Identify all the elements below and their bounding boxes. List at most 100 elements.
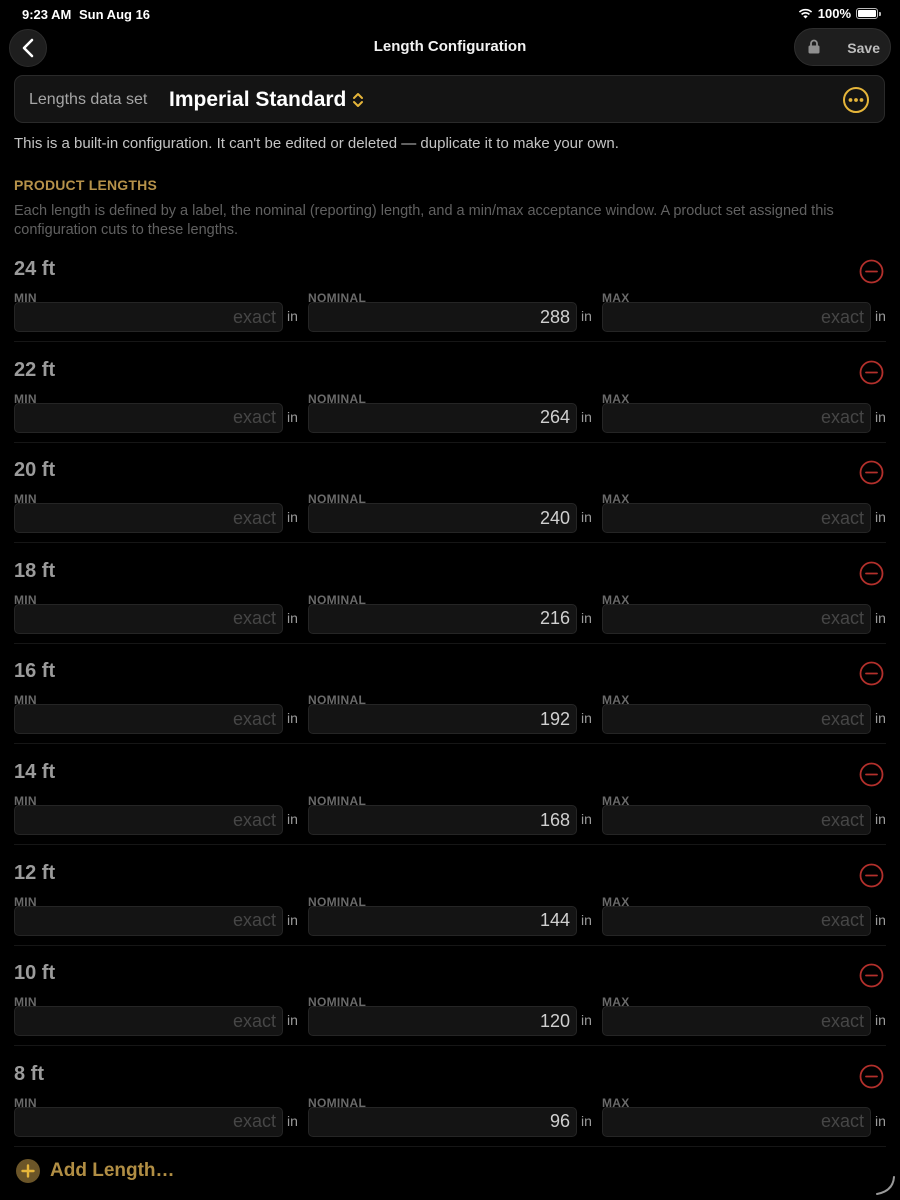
minus-circle-icon[interactable] — [859, 661, 884, 686]
min-field — [14, 603, 283, 634]
min-input[interactable] — [15, 1107, 282, 1136]
max-unit: in — [875, 911, 886, 928]
row-divider — [14, 743, 886, 745]
nominal-field — [308, 503, 577, 534]
page-title: Length Configuration — [373, 38, 527, 55]
row-divider — [14, 441, 886, 443]
max-unit: in — [875, 408, 886, 425]
minus-circle-icon[interactable] — [859, 460, 884, 485]
length-row: 14 ft MIN in NOMINAL in MAX in — [0, 758, 900, 858]
minus-circle-icon[interactable] — [859, 259, 884, 284]
max-field — [602, 1006, 871, 1037]
max-unit: in — [875, 811, 886, 827]
max-field — [602, 503, 871, 534]
nominal-input[interactable] — [309, 1107, 576, 1136]
nominal-field — [308, 1106, 577, 1137]
length-label: 24 ft — [14, 258, 56, 280]
minus-circle-icon[interactable] — [859, 561, 884, 586]
min-field — [14, 1106, 283, 1137]
length-row: 10 ft MIN in NOMINAL in MAX in — [0, 959, 900, 1059]
min-input[interactable] — [15, 1007, 282, 1036]
max-input[interactable] — [603, 303, 870, 331]
min-input[interactable] — [15, 604, 282, 633]
row-divider — [14, 944, 886, 946]
max-input[interactable] — [603, 1107, 870, 1136]
min-field — [14, 302, 283, 332]
min-unit: in — [287, 911, 298, 928]
max-unit: in — [875, 1012, 886, 1029]
minus-circle-icon[interactable] — [859, 863, 884, 888]
length-row: 16 ft MIN in NOMINAL in MAX in — [0, 657, 900, 757]
min-unit: in — [287, 710, 298, 727]
nominal-unit: in — [581, 308, 592, 324]
dataset-selector-card: Lengths data set Imperial Standard — [14, 75, 885, 123]
max-input[interactable] — [603, 504, 870, 533]
nominal-field — [308, 805, 577, 835]
save-button[interactable]: Save — [794, 28, 891, 66]
min-unit: in — [287, 308, 298, 324]
battery-percent: 100% — [817, 6, 851, 21]
max-field — [602, 704, 871, 735]
max-input[interactable] — [603, 705, 870, 734]
min-input[interactable] — [15, 906, 282, 935]
max-field — [602, 905, 871, 936]
max-input[interactable] — [603, 604, 870, 633]
min-input[interactable] — [15, 303, 282, 331]
length-label: 22 ft — [14, 358, 56, 381]
min-unit: in — [287, 509, 298, 526]
nominal-input[interactable] — [309, 303, 576, 331]
max-input[interactable] — [603, 806, 870, 834]
wifi-icon — [798, 8, 812, 19]
minus-circle-icon[interactable] — [859, 1064, 884, 1089]
length-row: 22 ft MIN in NOMINAL in MAX in — [0, 356, 900, 456]
plus-circle-icon — [16, 1159, 40, 1183]
add-length-button[interactable]: Add Length… — [16, 1159, 175, 1183]
ellipsis-circle-icon[interactable] — [842, 86, 870, 114]
nominal-field — [308, 905, 577, 936]
nominal-unit: in — [581, 911, 592, 928]
row-divider — [14, 844, 886, 845]
status-right: 100% — [798, 6, 881, 21]
min-unit: in — [287, 1012, 298, 1029]
max-input[interactable] — [603, 403, 870, 432]
max-input[interactable] — [603, 906, 870, 935]
max-unit: in — [875, 308, 886, 324]
nominal-field — [308, 402, 577, 433]
nominal-unit: in — [581, 609, 592, 626]
nominal-unit: in — [581, 509, 592, 526]
nominal-unit: in — [581, 408, 592, 425]
chevron-up-down-icon — [353, 93, 364, 107]
nominal-input[interactable] — [309, 403, 576, 432]
max-field — [602, 603, 871, 634]
section-description: Each length is defined by a label, the n… — [14, 203, 834, 238]
nominal-field — [308, 302, 577, 332]
max-input[interactable] — [603, 1007, 870, 1036]
min-input[interactable] — [15, 705, 282, 734]
nominal-input[interactable] — [309, 1007, 576, 1036]
dataset-picker[interactable]: Imperial Standard — [169, 86, 364, 114]
max-unit: in — [875, 509, 886, 526]
min-input[interactable] — [15, 806, 282, 834]
nominal-field — [308, 704, 577, 735]
lock-icon — [808, 39, 820, 54]
row-divider — [14, 1145, 886, 1147]
length-row: 18 ft MIN in NOMINAL in MAX in — [0, 557, 900, 657]
min-field — [14, 805, 283, 835]
min-field — [14, 905, 283, 936]
minus-circle-icon[interactable] — [859, 963, 884, 988]
nominal-input[interactable] — [309, 604, 576, 633]
nominal-input[interactable] — [309, 705, 576, 734]
nominal-unit: in — [581, 710, 592, 727]
max-unit: in — [875, 609, 886, 626]
length-label: 12 ft — [14, 861, 56, 884]
minus-circle-icon[interactable] — [859, 762, 884, 787]
nominal-input[interactable] — [309, 906, 576, 935]
nominal-input[interactable] — [309, 504, 576, 533]
nominal-input[interactable] — [309, 806, 576, 834]
min-input[interactable] — [15, 504, 282, 533]
nominal-unit: in — [581, 811, 592, 827]
max-unit: in — [875, 1112, 886, 1129]
min-input[interactable] — [15, 403, 282, 432]
min-unit: in — [287, 811, 298, 827]
minus-circle-icon[interactable] — [859, 360, 884, 385]
